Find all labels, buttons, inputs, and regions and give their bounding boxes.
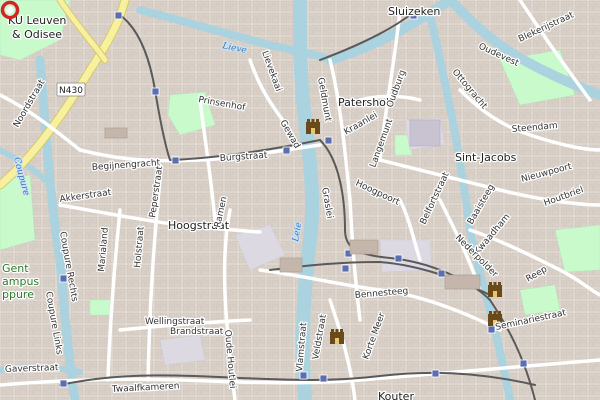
district-label: & Odisee bbox=[12, 28, 62, 41]
street-label: Gaverstraat bbox=[5, 363, 59, 375]
castle-icon[interactable] bbox=[330, 329, 344, 344]
road-shield-n430: N430 bbox=[56, 82, 86, 97]
road-shield-label: N430 bbox=[59, 86, 83, 96]
street-label: Kouter bbox=[378, 390, 414, 400]
castle-icon[interactable] bbox=[306, 119, 320, 134]
location-marker-icon[interactable] bbox=[0, 0, 20, 20]
street-label: Brandstraat bbox=[170, 327, 224, 337]
district-label: Sint-Jacobs bbox=[455, 151, 517, 164]
castle-icon[interactable] bbox=[488, 282, 502, 297]
district-label: Sluizeken bbox=[388, 5, 440, 18]
district-label: Gent bbox=[2, 262, 29, 275]
district-label: Patershol bbox=[338, 96, 389, 109]
map-view[interactable]: N430 KU Leuven & Odisee Sluizeken Paters… bbox=[0, 0, 600, 400]
district-label: ampus bbox=[2, 275, 39, 288]
district-label: ppure bbox=[2, 288, 34, 301]
street-label: Wellingstraat bbox=[145, 317, 205, 327]
map-canvas: N430 KU Leuven & Odisee Sluizeken Paters… bbox=[0, 0, 600, 400]
